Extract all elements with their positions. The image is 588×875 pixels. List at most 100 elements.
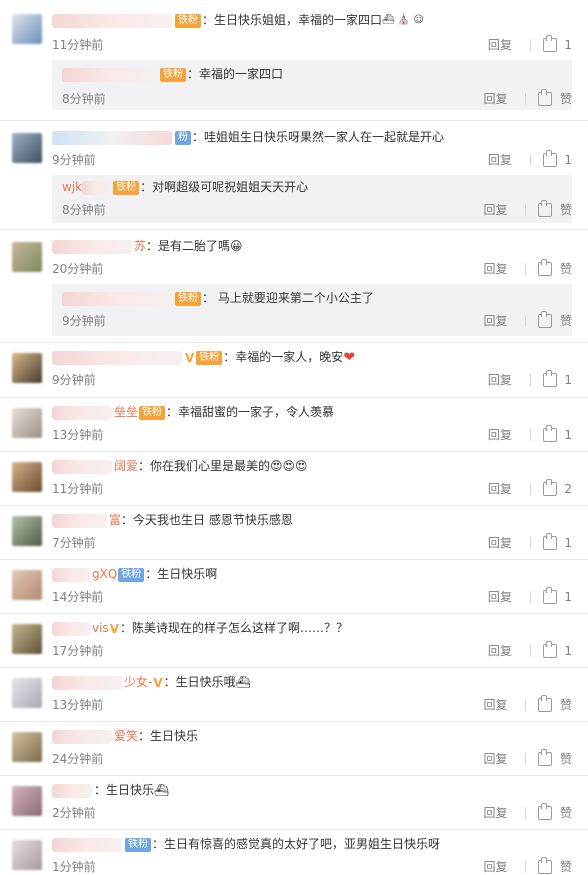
thumbs-up-icon[interactable]: [538, 856, 553, 874]
thumbs-up-icon[interactable]: [542, 424, 557, 442]
like-count[interactable]: 赞: [560, 696, 572, 713]
reply-button[interactable]: 回复: [483, 260, 507, 277]
thumbs-up-icon[interactable]: [542, 369, 557, 387]
reply-button[interactable]: 回复: [483, 750, 507, 767]
reply-button[interactable]: 回复: [483, 312, 507, 329]
comment-actions: 回复 1: [488, 34, 572, 53]
user-name[interactable]: [52, 675, 122, 690]
like-count[interactable]: 1: [564, 644, 572, 658]
thumbs-up-icon[interactable]: [542, 586, 557, 604]
thumbs-up-icon[interactable]: [538, 88, 553, 106]
divider: [525, 314, 527, 327]
thumbs-up-icon[interactable]: [538, 199, 553, 217]
user-name-tail[interactable]: vis: [92, 621, 109, 635]
comment-text: ：你在我们心里是最美的😍😍😍: [138, 459, 308, 473]
like-count[interactable]: 1: [564, 590, 572, 604]
reply-button[interactable]: 回复: [488, 426, 512, 443]
divider: [529, 153, 531, 166]
avatar[interactable]: [12, 840, 42, 870]
reply-button[interactable]: 回复: [488, 588, 512, 605]
reply-button[interactable]: 回复: [483, 201, 507, 218]
thumbs-up-icon[interactable]: [538, 694, 553, 712]
thumbs-up-icon[interactable]: [542, 478, 557, 496]
user-name-tail[interactable]: 阔爱: [114, 459, 138, 473]
user-name[interactable]: [52, 783, 92, 798]
reply-button[interactable]: 回复: [488, 534, 512, 551]
avatar[interactable]: [12, 678, 42, 708]
reply-button[interactable]: 回复: [488, 642, 512, 659]
avatar[interactable]: [12, 462, 42, 492]
avatar[interactable]: [12, 732, 42, 762]
reply-button[interactable]: 回复: [488, 36, 512, 53]
divider: [529, 428, 531, 441]
avatar[interactable]: [12, 408, 42, 438]
user-name-tail[interactable]: gXQ: [92, 567, 117, 581]
comment-text: ：今天我也生日 感恩节快乐感恩: [121, 513, 293, 527]
like-count[interactable]: 1: [564, 428, 572, 442]
user-name[interactable]: [62, 291, 172, 306]
like-count[interactable]: 赞: [560, 260, 572, 277]
reply-button[interactable]: 回复: [483, 696, 507, 713]
comment-line: 粉：哇姐姐生日快乐呀果然一家人在一起就是开心: [52, 129, 444, 145]
user-name[interactable]: [52, 13, 172, 28]
like-count[interactable]: 赞: [560, 201, 572, 218]
user-name[interactable]: [52, 567, 90, 582]
reply-button[interactable]: 回复: [483, 90, 507, 107]
user-name-tail[interactable]: 垒垒: [114, 405, 138, 419]
thumbs-up-icon[interactable]: [538, 258, 553, 276]
user-name[interactable]: [52, 513, 107, 528]
user-name[interactable]: [62, 67, 157, 82]
like-count[interactable]: 赞: [560, 750, 572, 767]
thumbs-up-icon[interactable]: [538, 748, 553, 766]
avatar[interactable]: [12, 242, 42, 272]
user-name[interactable]: [52, 729, 112, 744]
like-count[interactable]: 1: [564, 38, 572, 52]
reply-button[interactable]: 回复: [488, 151, 512, 168]
comment-line: ：生日快乐⛴: [52, 782, 169, 798]
user-name[interactable]: [52, 130, 172, 145]
like-count[interactable]: 1: [564, 153, 572, 167]
thumbs-up-icon[interactable]: [538, 310, 553, 328]
reply-button[interactable]: 回复: [483, 804, 507, 821]
user-name-tail[interactable]: 少女-: [124, 675, 152, 689]
like-count[interactable]: 赞: [560, 858, 572, 875]
comment-time: 9分钟前: [52, 153, 96, 167]
user-name[interactable]: [52, 837, 122, 852]
reply-button[interactable]: 回复: [488, 480, 512, 497]
reply-button[interactable]: 回复: [483, 858, 507, 875]
reply-line: 铁粉： 马上就要迎来第二个小公主了: [62, 290, 374, 306]
avatar[interactable]: [12, 133, 42, 163]
user-name[interactable]: [52, 459, 112, 474]
user-name-tail[interactable]: 富: [109, 513, 121, 527]
fan-badge: 铁粉: [125, 837, 151, 852]
avatar[interactable]: [12, 570, 42, 600]
like-count[interactable]: 赞: [560, 312, 572, 329]
user-name-tail[interactable]: 苏: [134, 239, 146, 253]
thumbs-up-icon[interactable]: [542, 640, 557, 658]
like-count[interactable]: 2: [564, 482, 572, 496]
user-name[interactable]: wjk: [62, 180, 82, 194]
thumbs-up-icon[interactable]: [542, 532, 557, 550]
thumbs-up-icon[interactable]: [538, 802, 553, 820]
reply-button[interactable]: 回复: [488, 371, 512, 388]
user-name-tail[interactable]: 爱笑: [114, 729, 138, 743]
fan-badge: 铁粉: [175, 13, 201, 28]
reply-time: 8分钟前: [62, 203, 106, 217]
like-count[interactable]: 1: [564, 373, 572, 387]
user-name[interactable]: [52, 239, 132, 254]
avatar[interactable]: [12, 516, 42, 546]
user-name[interactable]: [52, 350, 182, 365]
avatar[interactable]: [12, 353, 42, 383]
like-count[interactable]: 1: [564, 536, 572, 550]
like-count[interactable]: 赞: [560, 804, 572, 821]
avatar[interactable]: [12, 14, 42, 44]
thumbs-up-icon[interactable]: [542, 149, 557, 167]
avatar[interactable]: [12, 786, 42, 816]
like-count[interactable]: 赞: [560, 90, 572, 107]
user-name[interactable]: [52, 405, 112, 420]
comment-line: V 铁粉 ：幸福的一家人，晚安❤: [52, 349, 355, 366]
user-name[interactable]: [52, 621, 90, 636]
comment-text: ：生日有惊喜的感觉真的太好了吧，亚男姐生日快乐呀: [152, 837, 441, 851]
thumbs-up-icon[interactable]: [542, 34, 557, 52]
avatar[interactable]: [12, 624, 42, 654]
